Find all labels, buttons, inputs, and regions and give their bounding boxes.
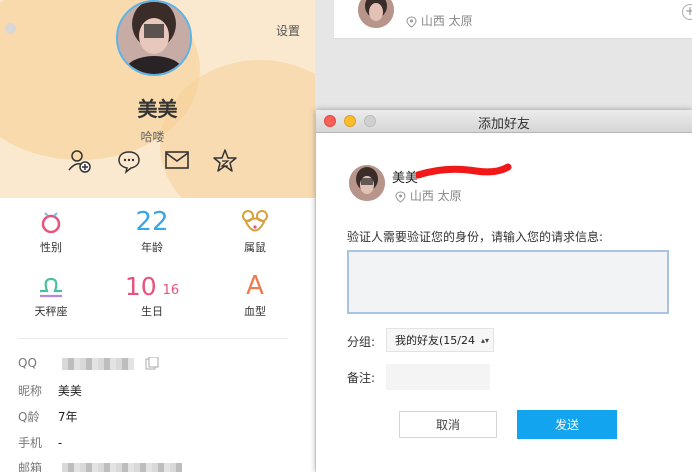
libra-icon (40, 277, 62, 298)
mail-button[interactable] (164, 148, 190, 174)
attribute-constellation: 天秤座 (16, 271, 86, 319)
background-location: 山西 太原 (406, 12, 473, 29)
add-friend-icon (68, 150, 91, 173)
copy-icon[interactable] (144, 356, 160, 371)
profile-signature: 哈喽 (140, 130, 165, 144)
settings-link[interactable]: 设置 (276, 22, 300, 39)
profile-attributes: 性别 22 年龄 属鼠 天秤座 10 16 生日 A 血型 (0, 207, 315, 327)
dialog-title: 添加好友 (477, 117, 530, 132)
divider (18, 338, 288, 339)
avatar-image (118, 2, 190, 74)
chat-button[interactable] (116, 148, 142, 174)
blood-type-icon: A (246, 271, 264, 301)
background-avatar (358, 0, 394, 28)
age-number: 22 (135, 207, 169, 237)
group-select-value: 我的好友(15/24 (395, 334, 475, 347)
gender-icon (41, 212, 61, 234)
group-select[interactable]: 我的好友(15/24 ▴▾ (386, 328, 494, 352)
attribute-label: 血型 (244, 305, 266, 318)
select-arrows-icon: ▴▾ (480, 336, 489, 345)
star-icon (213, 149, 237, 172)
qage-value: 7年 (57, 410, 78, 424)
info-row-qq: QQ (18, 356, 160, 371)
nickname-value: 美美 (57, 384, 82, 398)
add-friend-dialog: 添加好友 美美 山西 太原 验证人需要验证您的身份，请输入您的请求信息: 分组:… (316, 110, 692, 472)
profile-avatar[interactable] (116, 0, 192, 76)
favorite-button[interactable] (212, 148, 238, 174)
zodiac-rat-icon (242, 210, 268, 232)
info-row-qage: Q龄 7年 (18, 408, 77, 425)
profile-actions (66, 148, 246, 174)
redaction-mark (416, 163, 512, 179)
verification-message-input[interactable] (347, 250, 669, 314)
location-text: 山西 太原 (420, 14, 473, 28)
location-pin-icon (406, 15, 417, 28)
info-label: 邮箱 (18, 461, 43, 472)
info-row-email: 邮箱 (18, 459, 182, 472)
cancel-button[interactable]: 取消 (399, 411, 497, 438)
profile-header: 设置 美美 哈喽 (0, 0, 315, 198)
attribute-birthday: 10 16 生日 (117, 271, 187, 319)
info-row-phone: 手机 - (18, 434, 62, 451)
dialog-titlebar: 添加好友 (316, 110, 692, 133)
email-redacted (61, 462, 182, 472)
chat-icon (118, 151, 140, 174)
window-close-button[interactable] (5, 23, 16, 34)
location-text: 山西 太原 (409, 189, 462, 203)
mail-icon (165, 151, 189, 169)
location-pin-icon (395, 190, 406, 203)
birthday-day: 16 (162, 282, 180, 298)
verification-prompt: 验证人需要验证您的身份，请输入您的请求信息: (347, 230, 604, 244)
attribute-label: 天秤座 (34, 305, 68, 318)
send-button[interactable]: 发送 (517, 410, 617, 439)
remark-input[interactable] (386, 364, 490, 390)
attribute-label: 属鼠 (244, 241, 266, 254)
target-user-avatar (349, 165, 385, 201)
target-user-name: 美美 (392, 171, 419, 186)
add-icon[interactable]: + (682, 4, 692, 20)
attribute-label: 生日 (141, 305, 163, 318)
attribute-gender: 性别 (16, 207, 86, 255)
attribute-label: 性别 (40, 241, 62, 254)
profile-name: 美美 (137, 97, 178, 121)
attribute-blood-type: A 血型 (220, 271, 290, 319)
background-user-card: 山西 太原 + (334, 0, 692, 39)
birthday-month: 10 (124, 271, 157, 301)
info-label: Q龄 (18, 410, 40, 424)
add-friend-button[interactable] (66, 148, 92, 174)
group-label: 分组: (347, 335, 376, 349)
target-user-location: 山西 太原 (395, 187, 462, 204)
profile-panel: 设置 美美 哈喽 性别 22 年龄 属鼠 天秤座 10 16 生日 A 血型 Q… (0, 0, 315, 472)
info-label: QQ (18, 356, 37, 370)
phone-value: - (57, 436, 63, 450)
attribute-zodiac: 属鼠 (220, 207, 290, 255)
info-label: 昵称 (18, 384, 43, 398)
remark-label: 备注: (347, 371, 376, 385)
attribute-age: 22 年龄 (117, 207, 187, 255)
attribute-label: 年龄 (141, 241, 163, 254)
info-label: 手机 (18, 436, 43, 450)
qq-number-redacted (61, 357, 134, 370)
info-row-nickname: 昵称 美美 (18, 382, 82, 399)
